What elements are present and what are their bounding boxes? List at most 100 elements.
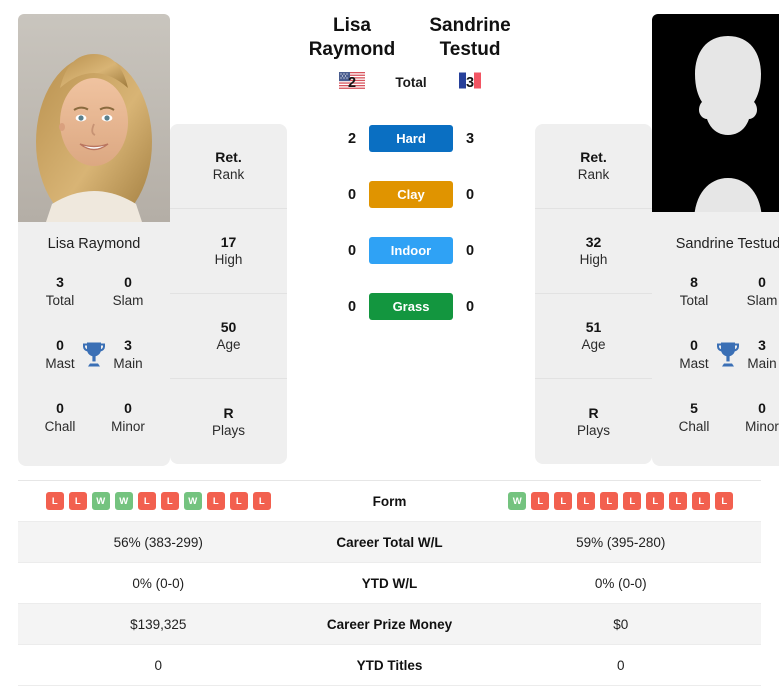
right-score: 0 xyxy=(465,242,475,259)
value: 0 xyxy=(124,400,132,417)
right-titles-slam: 0 Slam xyxy=(728,274,779,309)
label: Rank xyxy=(212,167,245,183)
left-ytd-wl: 0% (0-0) xyxy=(132,575,185,591)
right-stat-plays: R Plays xyxy=(535,379,652,464)
left-score: 2 xyxy=(347,74,357,91)
form-badge: L xyxy=(669,492,688,510)
right-stat-rank: Ret. Rank xyxy=(535,124,652,209)
form-badge: L xyxy=(577,492,596,510)
label: Age xyxy=(216,337,241,353)
right-player-name: Sandrine Testud xyxy=(675,236,779,252)
row-label-ytd-titles: YTD Titles xyxy=(356,657,423,673)
form-badge: L xyxy=(252,492,271,510)
surface-head-to-head: 2 Total 3 2 Hard 3 0 Clay 0 0 Indoor 0 0 xyxy=(293,55,529,335)
form-badge: L xyxy=(531,492,550,510)
label: Total xyxy=(45,292,75,308)
form-badge: L xyxy=(137,492,156,510)
form-badge: L xyxy=(715,492,734,510)
left-form-badges: LLWWLLWLLL xyxy=(18,492,299,510)
trophy-icon xyxy=(81,340,107,368)
left-stat-high: 17 High xyxy=(170,209,287,294)
left-titles-grid: 3 Total 0 Slam 0 Mast 3 Main 0 Chall 0 M… xyxy=(26,274,162,436)
left-player-card: Lisa Raymond 3 Total 0 Slam 0 Mast 3 Mai… xyxy=(18,14,170,466)
right-career-total-wl: 59% (395-280) xyxy=(576,534,666,550)
value: 0 xyxy=(758,274,766,290)
left-titles-chall: 0 Chall xyxy=(26,400,94,435)
value: Ret. xyxy=(580,149,607,166)
left-career-prize-money: $139,325 xyxy=(130,616,187,632)
left-career-total-wl: 56% (383-299) xyxy=(113,534,203,550)
right-titles-chall: 5 Chall xyxy=(660,400,728,435)
form-badge: L xyxy=(646,492,665,510)
right-stat-high: 32 High xyxy=(535,209,652,294)
form-badge: L xyxy=(554,492,573,510)
value: 3 xyxy=(56,274,64,290)
value: 0 xyxy=(758,400,766,417)
left-first-name: Lisa xyxy=(332,15,372,36)
form-badge: L xyxy=(229,492,248,510)
surface-badge-hard[interactable]: Hard xyxy=(369,125,453,153)
label: Plays xyxy=(576,422,610,438)
head-to-head-column: Lisa Raymond Sandrine Testud 2 Total 3 2… xyxy=(287,14,535,335)
right-ytd-wl: 0% (0-0) xyxy=(594,575,647,591)
right-stat-card: Ret. Rank 32 High 51 Age R Plays xyxy=(535,124,652,464)
form-badge: L xyxy=(206,492,225,510)
form-badge: L xyxy=(692,492,711,510)
left-score: 0 xyxy=(347,298,357,315)
h2h-row-indoor: 0 Indoor 0 xyxy=(293,223,529,279)
left-player-name: Lisa Raymond xyxy=(47,236,141,252)
right-titles-grid: 8 Total 0 Slam 0 Mast 3 Main 5 Chall 0 M… xyxy=(660,274,779,436)
form-badge: W xyxy=(508,492,527,510)
left-score: 2 xyxy=(347,130,357,147)
left-titles-total: 3 Total xyxy=(26,274,94,309)
form-badge: W xyxy=(91,492,110,510)
form-badge: L xyxy=(45,492,64,510)
value: 8 xyxy=(690,274,698,290)
label: Chall xyxy=(678,419,710,435)
surface-label-total: Total xyxy=(395,75,427,91)
label: Minor xyxy=(111,419,145,435)
label: Minor xyxy=(745,419,779,435)
left-stat-rank: Ret. Rank xyxy=(170,124,287,209)
left-stat-card: Ret. Rank 17 High 50 Age R Plays xyxy=(170,124,287,464)
surface-badge-indoor[interactable]: Indoor xyxy=(369,237,453,265)
trophy-icon xyxy=(715,340,741,368)
left-stat-plays: R Plays xyxy=(170,379,287,464)
right-first-name: Sandrine xyxy=(429,15,511,36)
form-badge: L xyxy=(600,492,619,510)
row-label-career-prize-money: Career Prize Money xyxy=(326,616,453,632)
right-form-badges: WLLLLLLLLL xyxy=(481,492,762,510)
left-titles-minor: 0 Minor xyxy=(94,400,162,435)
row-label-ytd-wl: YTD W/L xyxy=(361,575,418,591)
left-score: 0 xyxy=(347,242,357,259)
right-career-prize-money: $0 xyxy=(613,616,629,632)
h2h-row-hard: 2 Hard 3 xyxy=(293,111,529,167)
right-player-info: Sandrine Testud 8 Total 0 Slam 0 Mast 3 … xyxy=(652,222,779,466)
label: High xyxy=(214,252,243,268)
right-score: 3 xyxy=(465,74,475,91)
table-row-career-prize-money: $139,325 Career Prize Money $0 xyxy=(18,604,761,645)
table-row-ytd-wl: 0% (0-0) YTD W/L 0% (0-0) xyxy=(18,563,761,604)
surface-badge-grass[interactable]: Grass xyxy=(369,293,453,321)
right-player-card: Sandrine Testud 8 Total 0 Slam 0 Mast 3 … xyxy=(652,14,779,466)
right-player-photo-placeholder[interactable] xyxy=(652,14,779,222)
table-row-ytd-titles: 0 YTD Titles 0 xyxy=(18,645,761,686)
form-badge: L xyxy=(160,492,179,510)
h2h-row-clay: 0 Clay 0 xyxy=(293,167,529,223)
row-label-form: Form xyxy=(372,493,407,509)
surface-badge-clay[interactable]: Clay xyxy=(369,181,453,209)
right-score: 0 xyxy=(465,298,475,315)
label: Total xyxy=(679,292,709,308)
value: 51 xyxy=(585,319,602,336)
left-stat-age: 50 Age xyxy=(170,294,287,379)
left-player-photo[interactable] xyxy=(18,14,170,222)
value: 0 xyxy=(56,400,64,417)
value: 50 xyxy=(220,319,237,336)
form-badge: L xyxy=(623,492,642,510)
label: Age xyxy=(581,337,606,353)
comparison-table: LLWWLLWLLL Form WLLLLLLLLL 56% (383-299)… xyxy=(18,480,761,686)
left-titles-slam: 0 Slam xyxy=(94,274,162,309)
value: 5 xyxy=(690,400,698,417)
h2h-row-grass: 0 Grass 0 xyxy=(293,279,529,335)
row-label-career-total-wl: Career Total W/L xyxy=(336,534,443,550)
